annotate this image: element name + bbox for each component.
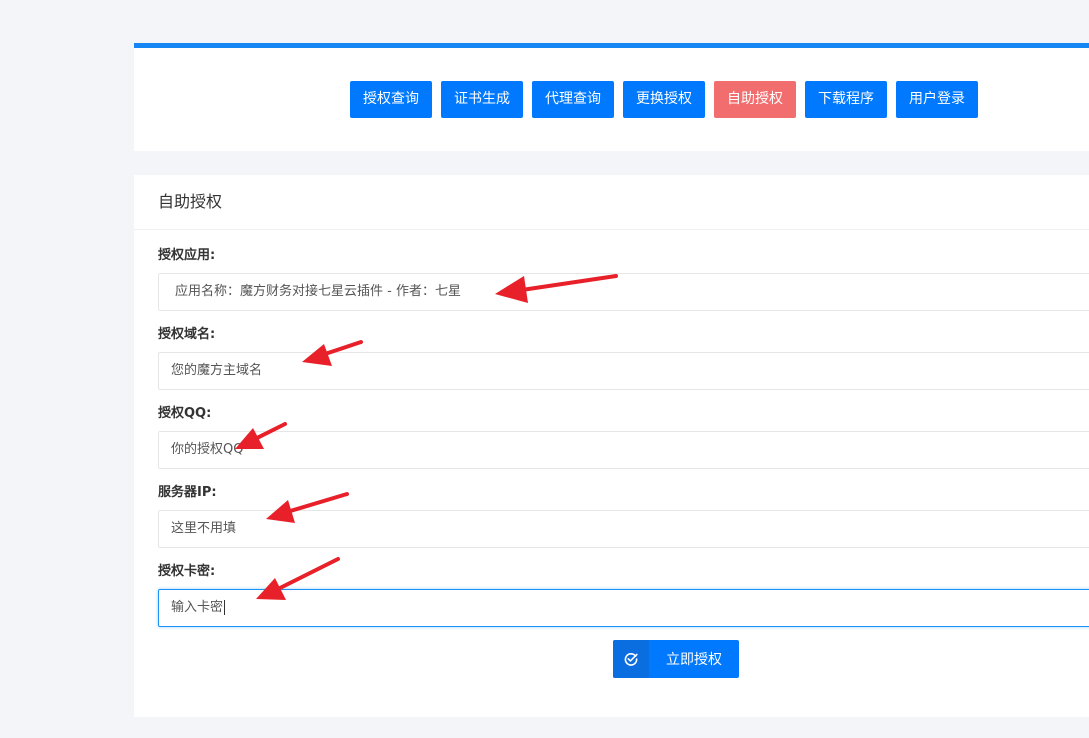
field-domain-label: 授权域名: — [158, 327, 216, 342]
qq-input[interactable]: 你的授权QQ — [158, 431, 1089, 469]
nav-button-user-login[interactable]: 用户登录 — [896, 81, 978, 118]
text-caret — [224, 600, 226, 615]
main-nav: 授权查询 证书生成 代理查询 更换授权 自助授权 下载程序 用户登录 — [350, 81, 978, 118]
card-key-placeholder: 输入卡密 — [171, 600, 224, 615]
submit-label: 立即授权 — [666, 652, 722, 668]
field-app: 授权应用: 应用名称：魔方财务对接七星云插件 - 作者：七星 — [158, 247, 1089, 311]
nav-button-self-license[interactable]: 自助授权 — [714, 81, 796, 118]
server-ip-input[interactable]: 这里不用填 — [158, 510, 1089, 548]
card-title: 自助授权 — [134, 175, 1089, 230]
field-qq: 授权QQ: 你的授权QQ — [158, 405, 1089, 469]
nav-button-download[interactable]: 下载程序 — [805, 81, 887, 118]
nav-button-change-license[interactable]: 更换授权 — [623, 81, 705, 118]
field-server-ip-label: 服务器IP: — [158, 485, 217, 500]
check-circle-icon — [613, 640, 649, 678]
nav-button-certificate-generate[interactable]: 证书生成 — [441, 81, 523, 118]
field-domain: 授权域名: 您的魔方主域名 — [158, 326, 1089, 390]
nav-button-license-query[interactable]: 授权查询 — [350, 81, 432, 118]
field-app-label: 授权应用: — [158, 248, 216, 263]
submit-license-button[interactable]: 立即授权 — [613, 640, 739, 678]
card-key-input[interactable]: 输入卡密 — [158, 589, 1089, 627]
domain-input[interactable]: 您的魔方主域名 — [158, 352, 1089, 390]
nav-button-agent-query[interactable]: 代理查询 — [532, 81, 614, 118]
field-qq-label: 授权QQ: — [158, 406, 212, 421]
field-card-key: 授权卡密: 输入卡密 — [158, 563, 1089, 627]
field-server-ip: 服务器IP: 这里不用填 — [158, 484, 1089, 548]
field-card-key-label: 授权卡密: — [158, 564, 216, 579]
app-name-field[interactable]: 应用名称：魔方财务对接七星云插件 - 作者：七星 — [158, 273, 1089, 311]
top-header: 授权查询 证书生成 代理查询 更换授权 自助授权 下载程序 用户登录 — [134, 43, 1089, 151]
self-license-card: 自助授权 授权应用: 应用名称：魔方财务对接七星云插件 - 作者：七星 授权域名… — [134, 175, 1089, 717]
